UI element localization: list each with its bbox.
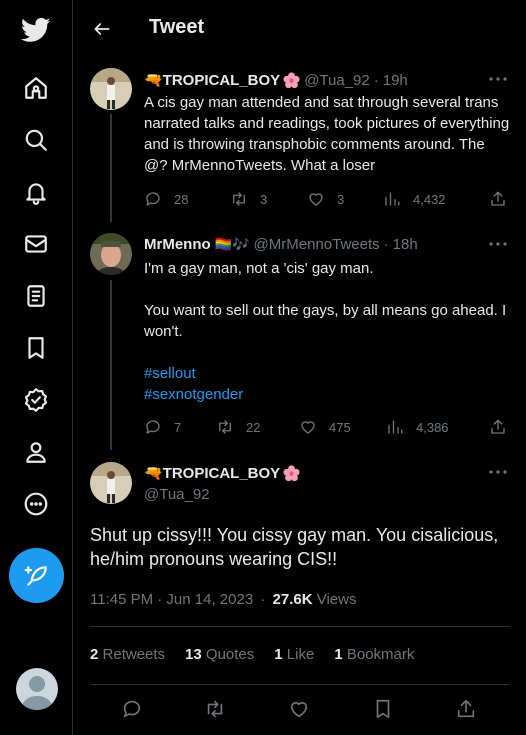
share-icon [457,699,475,718]
handle[interactable]: @MrMennoTweets [254,236,380,253]
tweet-text: Shut up cissy!!! You cissy gay man. You … [90,525,499,569]
ellipsis-icon [489,77,507,81]
notifications-bell-icon[interactable] [12,168,60,216]
like-count: 475 [329,419,351,435]
views-bar-chart-icon [385,192,400,206]
home-icon[interactable] [12,64,60,112]
more-options-button[interactable] [485,234,511,254]
nav-rail [0,0,73,735]
reply-count: 7 [174,419,182,435]
page-title: Tweet [149,16,205,38]
lists-icon[interactable] [12,272,60,320]
engagement-stats: 2 Retweets 13 Quotes 1 Like 1 Bookmark [90,646,414,663]
more-options-button[interactable] [485,462,511,482]
views-count: 27.6K [272,591,313,608]
like-button[interactable]: 475 [299,418,351,436]
tweet-text-line: You want to sell out the gays, by all me… [144,302,507,340]
divider [90,684,510,685]
reply-count: 28 [174,191,189,207]
retweet-icon [233,192,245,206]
ellipsis-icon [489,242,507,246]
likes-stat[interactable]: 1 Like [274,646,314,663]
tweet-actions: 7 22 475 4,386 [144,416,514,438]
views-button[interactable]: 4,432 [383,190,446,208]
focused-tweet-actions [90,696,510,722]
tweet-text-line: I'm a gay man, not a 'cis' gay man. [144,260,374,277]
hibiscus-emoji-icon [283,71,300,88]
view-count: 4,432 [413,191,446,207]
retweet-button[interactable]: 3 [230,190,267,208]
twitter-logo-icon[interactable] [12,6,60,54]
more-options-button[interactable] [485,69,511,89]
like-count: 3 [337,191,345,207]
display-name[interactable]: 🔫TROPICAL_BOY [144,464,280,482]
view-count: 4,386 [416,419,449,435]
views-bar-chart-icon [388,420,403,434]
verified-badge-icon[interactable] [12,376,60,424]
avatar[interactable] [90,233,132,275]
heart-icon [301,421,315,434]
compose-tweet-button[interactable] [9,548,64,603]
search-icon[interactable] [12,116,60,164]
reply-button[interactable]: 7 [144,418,181,436]
retweet-count: 3 [260,191,268,207]
bookmark-button[interactable] [370,696,396,722]
bookmark-icon [376,699,390,719]
ellipsis-icon [489,470,507,474]
hashtag-link[interactable]: #sellout [144,363,196,384]
thread-connector [110,280,112,450]
timestamp[interactable]: 19h [383,72,408,89]
tweet-meta: 11:45 PM · Jun 14, 2023 · 27.6K Views [90,591,357,608]
hashtag-link[interactable]: #sexnotgender [144,384,243,405]
reply-button[interactable]: 28 [144,190,188,208]
more-circle-icon[interactable] [12,480,60,528]
views-button[interactable]: 4,386 [386,418,449,436]
reply-icon [146,420,160,434]
like-button[interactable]: 3 [307,190,344,208]
retweet-button[interactable] [202,696,228,722]
messages-envelope-icon[interactable] [12,220,60,268]
share-button[interactable] [453,696,479,722]
name-emoji: 🏳️‍🌈🎶 [214,236,250,252]
back-button[interactable] [85,12,119,46]
bookmarks-stat[interactable]: 1 Bookmark [334,646,414,663]
reply-icon [123,700,141,718]
feather-plus-icon [24,565,47,586]
avatar[interactable] [90,68,132,110]
retweets-stat[interactable]: 2 Retweets [90,646,165,663]
account-avatar[interactable] [16,668,58,710]
reply-icon [146,192,160,206]
tweet-actions: 28 3 3 4,432 [144,188,514,210]
timestamp[interactable]: 18h [393,236,418,253]
heart-icon [309,193,323,206]
divider [90,626,510,627]
share-button[interactable] [489,190,507,208]
handle[interactable]: @Tua_92 [304,72,370,89]
share-icon [491,419,505,434]
avatar[interactable] [90,462,132,504]
share-icon [491,191,505,206]
retweet-count: 22 [246,419,261,435]
profile-icon[interactable] [12,428,60,476]
display-name[interactable]: MrMenno [144,236,211,253]
arrow-left-icon [94,23,110,35]
tweet-text: A cis gay man attended and sat through s… [144,94,510,174]
retweet-button[interactable]: 22 [216,418,260,436]
like-button[interactable] [286,696,312,722]
tweet-datetime[interactable]: 11:45 PM · Jun 14, 2023 [90,591,253,608]
share-button[interactable] [489,418,507,436]
display-name[interactable]: 🔫TROPICAL_BOY [144,71,280,89]
retweet-icon [207,700,223,718]
hibiscus-emoji-icon [283,464,300,481]
bookmarks-icon[interactable] [12,324,60,372]
reply-button[interactable] [119,696,145,722]
thread-connector [110,114,112,222]
page-header: Tweet [73,0,526,58]
quotes-stat[interactable]: 13 Quotes [185,646,254,663]
handle[interactable]: @Tua_92 [144,486,210,503]
tweet-detail-column: Tweet 🔫TROPICAL_BOY @Tua_92 · 19h A cis … [73,0,526,735]
heart-icon [290,702,308,718]
views-label: Views [316,591,357,608]
retweet-icon [219,420,231,434]
